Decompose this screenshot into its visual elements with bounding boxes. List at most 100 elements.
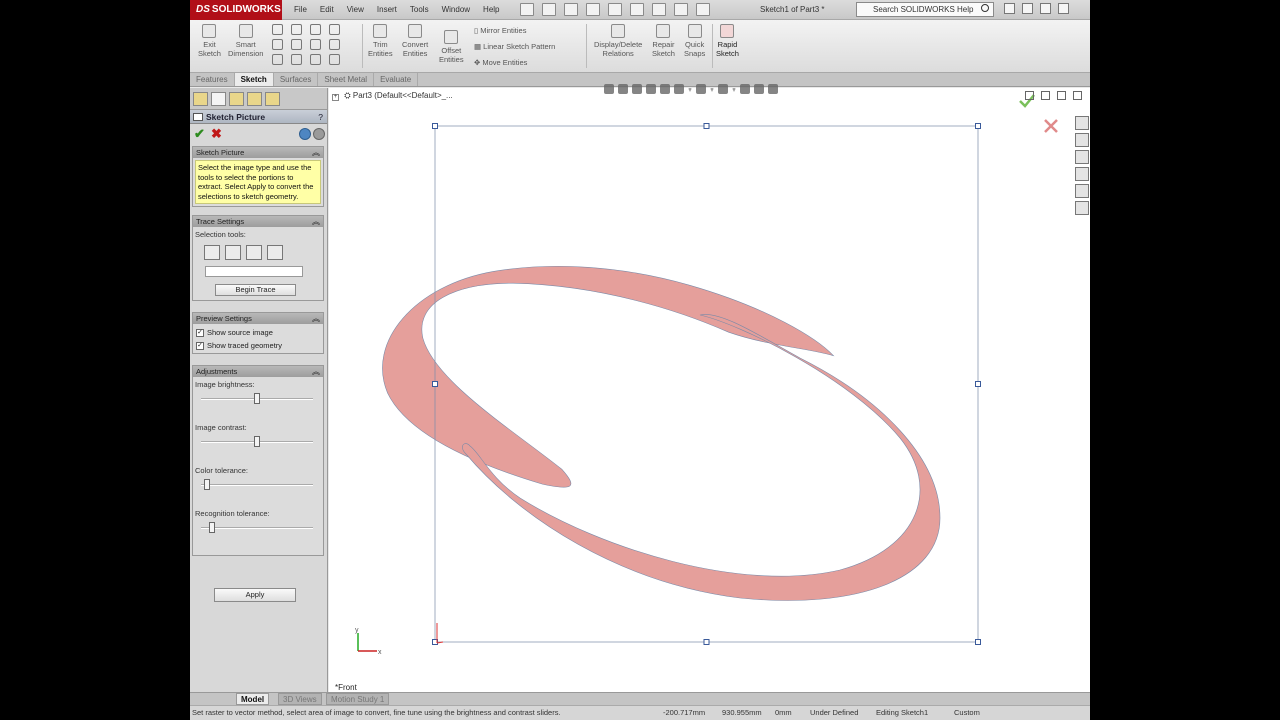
display-relations-button[interactable]: Display/Delete Relations bbox=[594, 24, 642, 58]
text-icon[interactable] bbox=[329, 39, 340, 50]
search-icon[interactable] bbox=[981, 4, 989, 12]
rebuild-icon[interactable] bbox=[652, 3, 666, 16]
tab-evaluate[interactable]: Evaluate bbox=[374, 73, 419, 86]
ok-button[interactable]: ✔ bbox=[194, 126, 205, 142]
move-entities-button[interactable]: ✥ Move Entities bbox=[474, 58, 527, 67]
dimxpert-manager-tab-icon[interactable] bbox=[247, 92, 262, 106]
collapse-chevron-icon[interactable]: ︽ bbox=[312, 313, 320, 324]
tab-features[interactable]: Features bbox=[190, 73, 235, 86]
quick-snaps-button[interactable]: Quick Snaps bbox=[684, 24, 705, 58]
group-header[interactable]: Adjustments ︽ bbox=[193, 366, 323, 377]
collapse-chevron-icon[interactable]: ︽ bbox=[312, 366, 320, 377]
help-button[interactable] bbox=[299, 128, 311, 140]
rapid-sketch-button[interactable]: Rapid Sketch bbox=[716, 24, 739, 58]
viewport-restore-icon[interactable] bbox=[1025, 91, 1034, 100]
select-icon[interactable] bbox=[630, 3, 644, 16]
cancel-button[interactable]: ✖ bbox=[211, 126, 222, 142]
zoom-to-fit-icon[interactable] bbox=[604, 84, 614, 94]
viewport-close-icon[interactable] bbox=[1073, 91, 1082, 100]
hide-show-items-icon[interactable] bbox=[718, 84, 728, 94]
edit-appearance-icon[interactable] bbox=[740, 84, 750, 94]
convert-entities-button[interactable]: Convert Entities bbox=[402, 24, 428, 58]
group-header[interactable]: Sketch Picture ︽ bbox=[193, 147, 323, 158]
image-contrast-slider[interactable] bbox=[201, 435, 313, 449]
help-search-input[interactable]: Search SOLIDWORKS Help bbox=[856, 2, 994, 17]
exit-sketch-button[interactable]: Exit Sketch bbox=[198, 24, 221, 58]
arc-icon[interactable] bbox=[291, 39, 302, 50]
view-settings-icon[interactable] bbox=[768, 84, 778, 94]
open-icon[interactable] bbox=[542, 3, 556, 16]
polygon-select-icon[interactable] bbox=[246, 245, 262, 260]
pushpin-button[interactable] bbox=[313, 128, 325, 140]
group-header[interactable]: Preview Settings ︽ bbox=[193, 313, 323, 324]
undo-icon[interactable] bbox=[608, 3, 622, 16]
rectangle-icon[interactable] bbox=[272, 39, 283, 50]
appearances-icon[interactable] bbox=[1075, 184, 1089, 198]
dropdown-arrow-icon[interactable] bbox=[732, 88, 736, 92]
dynamic-annotation-icon[interactable] bbox=[660, 84, 670, 94]
repair-sketch-button[interactable]: Repair Sketch bbox=[652, 24, 675, 58]
expand-icon[interactable]: + bbox=[332, 94, 339, 101]
resize-handle[interactable] bbox=[975, 123, 981, 129]
print-icon[interactable] bbox=[586, 3, 600, 16]
trim-entities-button[interactable]: Trim Entities bbox=[368, 24, 393, 58]
minimize-button[interactable] bbox=[1022, 3, 1033, 14]
tab-sheet-metal[interactable]: Sheet Metal bbox=[318, 73, 375, 86]
collapse-chevron-icon[interactable]: ︽ bbox=[312, 216, 320, 227]
lasso-select-icon[interactable] bbox=[225, 245, 241, 260]
menu-view[interactable]: View bbox=[347, 0, 364, 20]
resize-handle[interactable] bbox=[975, 639, 981, 645]
view-orientation-icon[interactable] bbox=[674, 84, 684, 94]
resize-handle[interactable] bbox=[975, 381, 981, 387]
slider-thumb[interactable] bbox=[209, 522, 216, 533]
display-manager-tab-icon[interactable] bbox=[265, 92, 280, 106]
dropdown-arrow-icon[interactable] bbox=[688, 88, 692, 92]
resize-handle[interactable] bbox=[432, 123, 438, 129]
resize-handle[interactable] bbox=[703, 123, 710, 129]
rectangle-select-icon[interactable] bbox=[204, 245, 220, 260]
new-document-icon[interactable] bbox=[520, 3, 534, 16]
begin-trace-button[interactable]: Begin Trace bbox=[215, 284, 296, 296]
plane-icon[interactable] bbox=[310, 54, 321, 65]
tab-3d-views[interactable]: 3D Views bbox=[278, 693, 322, 705]
resize-handle[interactable] bbox=[703, 639, 710, 645]
ellipse-icon[interactable] bbox=[310, 39, 321, 50]
mirror-entities-button[interactable]: ▯ Mirror Entities bbox=[474, 26, 526, 35]
save-icon[interactable] bbox=[564, 3, 578, 16]
resize-handle[interactable] bbox=[432, 381, 438, 387]
sketch-canvas[interactable]: y x bbox=[329, 88, 1090, 692]
tab-motion-study[interactable]: Motion Study 1 bbox=[326, 693, 390, 705]
fillet-icon[interactable] bbox=[329, 24, 340, 35]
options-icon[interactable] bbox=[696, 3, 710, 16]
recognition-tolerance-slider[interactable] bbox=[201, 521, 313, 535]
solidworks-logo[interactable]: DS SOLIDWORKS bbox=[190, 0, 282, 20]
display-style-icon[interactable] bbox=[696, 84, 706, 94]
menu-file[interactable]: File bbox=[294, 0, 307, 20]
slider-thumb[interactable] bbox=[254, 436, 260, 447]
restore-button[interactable] bbox=[1040, 3, 1051, 14]
tab-surfaces[interactable]: Surfaces bbox=[274, 73, 319, 86]
previous-view-icon[interactable] bbox=[632, 84, 642, 94]
file-properties-icon[interactable] bbox=[674, 3, 688, 16]
help-question-icon[interactable]: ? bbox=[318, 110, 323, 124]
color-tolerance-slider[interactable] bbox=[201, 478, 313, 492]
menu-insert[interactable]: Insert bbox=[377, 0, 397, 20]
slider-thumb[interactable] bbox=[203, 479, 210, 490]
line-icon[interactable] bbox=[272, 24, 283, 35]
traced-s-logo[interactable] bbox=[382, 265, 835, 488]
slider-thumb[interactable] bbox=[254, 393, 260, 404]
file-explorer-icon[interactable] bbox=[1075, 150, 1089, 164]
image-brightness-slider[interactable] bbox=[201, 392, 313, 406]
color-picker-icon[interactable] bbox=[267, 245, 283, 260]
collapse-chevron-icon[interactable]: ︽ bbox=[312, 147, 320, 158]
point-icon[interactable] bbox=[329, 54, 340, 65]
view-palette-icon[interactable] bbox=[1075, 167, 1089, 181]
menu-edit[interactable]: Edit bbox=[320, 0, 334, 20]
circle-icon[interactable] bbox=[291, 24, 302, 35]
slot-icon[interactable] bbox=[272, 54, 283, 65]
polygon-icon[interactable] bbox=[291, 54, 302, 65]
linear-sketch-pattern-button[interactable]: ▦ Linear Sketch Pattern bbox=[474, 42, 555, 51]
show-traced-geometry-checkbox[interactable]: ✓ Show traced geometry bbox=[196, 341, 320, 350]
group-header[interactable]: Trace Settings ︽ bbox=[193, 216, 323, 227]
apply-scene-icon[interactable] bbox=[754, 84, 764, 94]
